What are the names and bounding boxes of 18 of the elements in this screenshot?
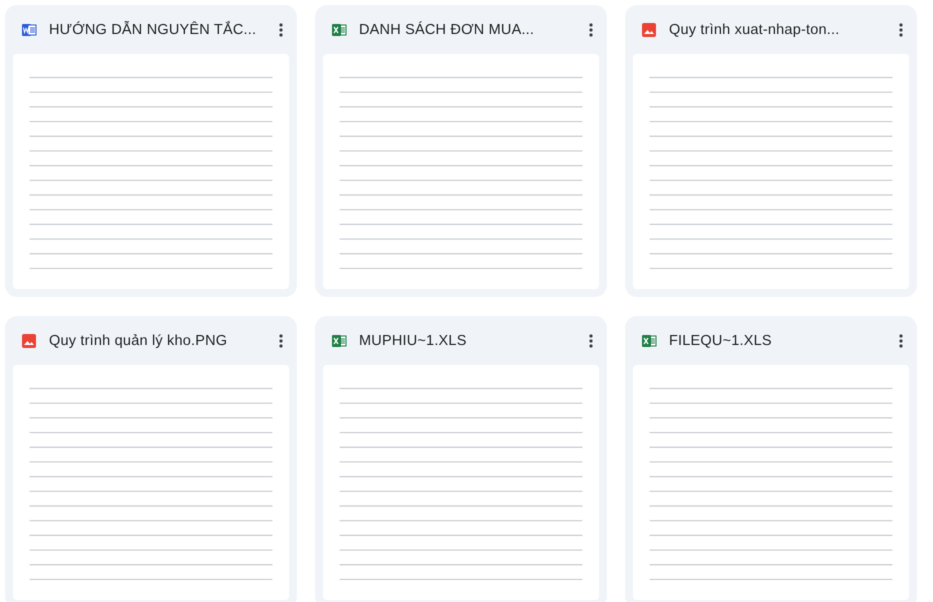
file-name: Quy trình xuat-nhap-ton... bbox=[669, 22, 840, 38]
file-name: MUPHIU~1.XLS bbox=[359, 332, 468, 348]
spreadsheet-file-icon bbox=[331, 22, 347, 38]
word-file-icon bbox=[21, 22, 37, 38]
image-file-icon bbox=[641, 22, 657, 38]
file-card[interactable]: MUPHIU~1.XLS bbox=[315, 316, 607, 602]
file-card[interactable]: HƯỚNG DẪN NGUYÊN TẮC... bbox=[5, 5, 297, 297]
file-name: Quy trình quản lý kho.PNG bbox=[49, 332, 228, 348]
spreadsheet-file-icon bbox=[641, 332, 657, 348]
file-name: HƯỚNG DẪN NGUYÊN TẮC... bbox=[49, 22, 258, 38]
file-card[interactable]: Quy trình xuat-nhap-ton... bbox=[625, 5, 917, 297]
file-name: DANH SÁCH ĐƠN MUA... bbox=[359, 22, 536, 38]
file-card[interactable]: DANH SÁCH ĐƠN MUA... bbox=[315, 5, 607, 297]
file-card[interactable]: Quy trình quản lý kho.PNG bbox=[5, 316, 297, 602]
spreadsheet-file-icon bbox=[331, 332, 347, 348]
image-file-icon bbox=[21, 332, 37, 348]
file-card[interactable]: FILEQU~1.XLS bbox=[625, 316, 917, 602]
file-name: FILEQU~1.XLS bbox=[669, 332, 773, 348]
